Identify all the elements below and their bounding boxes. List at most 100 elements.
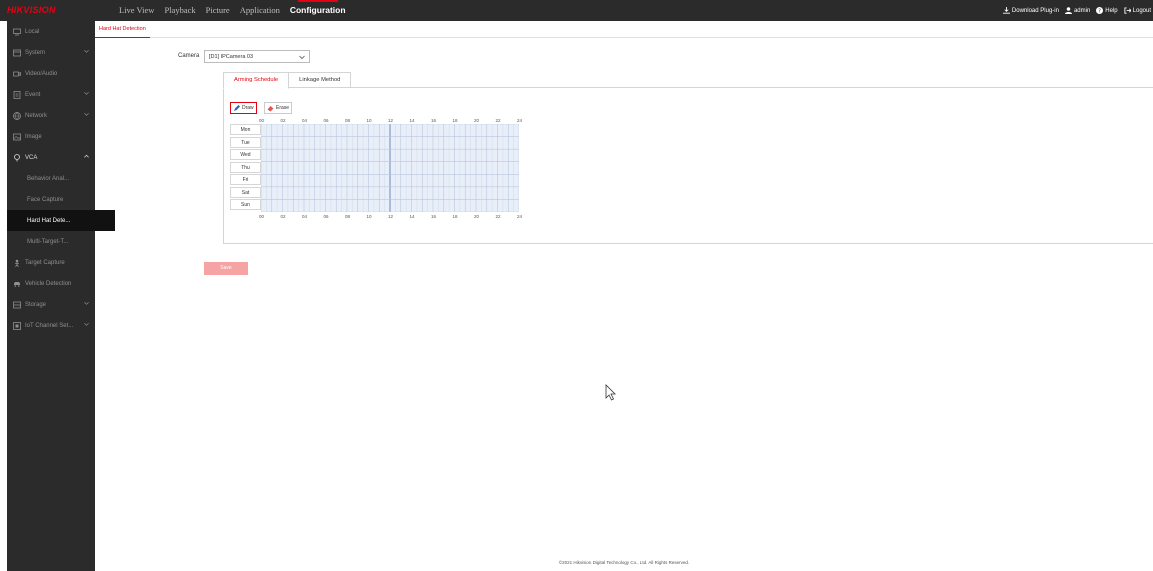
- tab-arming-schedule[interactable]: Arming Schedule: [223, 72, 290, 89]
- sidebar-item-vehicle-detection[interactable]: Vehicle Detection: [7, 273, 95, 294]
- hour-tick-label: 06: [323, 118, 329, 123]
- day-label-tue: Tue: [230, 136, 261, 148]
- camera-label: Camera: [178, 53, 200, 59]
- sidebar-subitem-face-capture[interactable]: Face Capture: [7, 189, 115, 210]
- hour-tick-label: 18: [452, 214, 458, 219]
- hour-tick-label: 16: [431, 118, 437, 123]
- nav-live-view[interactable]: Live View: [119, 0, 154, 21]
- hour-tick-label: 20: [474, 214, 480, 219]
- day-label-sun: Sun: [230, 199, 261, 211]
- schedule-cell-grid[interactable]: [260, 123, 520, 213]
- day-label-fri: Fri: [230, 174, 261, 186]
- hour-tick-label: 10: [366, 214, 372, 219]
- sidebar-item-system[interactable]: System: [7, 42, 95, 63]
- hour-tick-label: 02: [280, 214, 286, 219]
- download-plugin-link[interactable]: Download Plug-in: [1002, 7, 1059, 14]
- nav-picture[interactable]: Picture: [206, 0, 230, 21]
- hour-tick-label: 00: [259, 214, 265, 219]
- chevron-down-icon: [84, 323, 89, 326]
- sidebar: Local System Video/Audio Event Network I…: [7, 21, 115, 571]
- erase-button[interactable]: Erase: [264, 102, 293, 114]
- sidebar-item-vca[interactable]: VCA: [7, 147, 95, 168]
- chevron-up-icon: [84, 154, 89, 158]
- event-icon: [13, 90, 21, 99]
- hour-tick-label: 24: [517, 214, 523, 219]
- hour-tick-label: 18: [452, 118, 458, 123]
- help-label: Help: [1105, 7, 1118, 14]
- hour-tick-label: 20: [474, 118, 480, 123]
- sidebar-subitem-behavior-analysis[interactable]: Behavior Anal...: [7, 168, 115, 189]
- sidebar-item-label: IoT Channel Set...: [25, 322, 74, 329]
- monitor-icon: [13, 28, 21, 35]
- download-plugin-label: Download Plug-in: [1011, 7, 1059, 14]
- chevron-down-icon: [84, 50, 89, 53]
- day-label-wed: Wed: [230, 149, 261, 161]
- sidebar-item-video-audio[interactable]: Video/Audio: [7, 63, 95, 84]
- svg-text:?: ?: [1098, 8, 1101, 14]
- sidebar-item-label: Vehicle Detection: [25, 280, 72, 287]
- tab-linkage-method[interactable]: Linkage Method: [288, 72, 352, 88]
- vca-icon: [14, 153, 20, 161]
- sidebar-item-label: Target Capture: [25, 259, 65, 266]
- hour-tick-label: 14: [409, 214, 415, 219]
- schedule-tabs: Arming Schedule Linkage Method: [223, 72, 352, 89]
- help-link[interactable]: ? Help: [1096, 7, 1118, 14]
- sidebar-item-network[interactable]: Network: [7, 105, 95, 126]
- top-bar: HIKVISION Live View Playback Picture App…: [0, 0, 1153, 21]
- download-icon: [1002, 7, 1010, 14]
- day-label-mon: Mon: [230, 124, 261, 135]
- sidebar-item-event[interactable]: Event: [7, 84, 95, 105]
- hour-tick-label: 08: [345, 118, 351, 123]
- day-label-sat: Sat: [230, 186, 261, 198]
- schedule-grid-lines: [260, 123, 520, 213]
- sidebar-item-label: Image: [25, 133, 42, 140]
- video-icon: [13, 71, 21, 76]
- sidebar-subitem-multi-target[interactable]: Multi-Target-T...: [7, 231, 115, 252]
- hour-tick-label: 10: [366, 118, 372, 123]
- sidebar-item-storage[interactable]: Storage: [7, 294, 95, 315]
- nav-configuration[interactable]: Configuration: [290, 0, 346, 21]
- chevron-down-icon: [84, 92, 89, 95]
- top-right-actions: Download Plug-in admin ? Help Logout: [997, 0, 1151, 21]
- sidebar-subitem-hard-hat-detection[interactable]: Hard Hat Dete...: [7, 210, 115, 231]
- hour-tick-label: 22: [495, 118, 501, 123]
- chevron-down-icon: [84, 113, 89, 116]
- storage-icon: [13, 301, 21, 308]
- hour-tick-label: 14: [409, 118, 415, 123]
- user-name: admin: [1073, 7, 1091, 14]
- save-button[interactable]: Save: [204, 262, 248, 275]
- logout-link[interactable]: Logout: [1124, 7, 1151, 14]
- user-menu[interactable]: admin: [1064, 7, 1091, 14]
- help-icon: ?: [1096, 7, 1104, 14]
- hour-tick-label: 02: [280, 118, 286, 123]
- draw-button[interactable]: Draw: [230, 102, 257, 114]
- system-icon: [13, 49, 21, 56]
- nav-playback[interactable]: Playback: [164, 0, 195, 21]
- pencil-icon: [234, 104, 240, 111]
- user-icon: [1064, 7, 1072, 14]
- sidebar-item-label: Local: [25, 28, 40, 35]
- hour-tick-label: 00: [259, 118, 265, 123]
- footer-copyright: ©2021 Hikvision Digital Technology Co., …: [558, 560, 690, 565]
- hour-tick-label: 22: [495, 214, 501, 219]
- hour-tick-label: 24: [517, 118, 523, 123]
- target-icon: [15, 259, 19, 267]
- eraser-icon: [267, 105, 274, 111]
- sidebar-item-image[interactable]: Image: [7, 126, 95, 147]
- iot-icon: [13, 321, 21, 330]
- hour-tick-label: 08: [345, 214, 351, 219]
- main-nav: Live View Playback Picture Application C…: [119, 0, 356, 21]
- camera-select[interactable]: [D1] IPCamera 03: [204, 50, 310, 63]
- camera-select-value: [D1] IPCamera 03: [209, 54, 254, 60]
- draw-label: Draw: [242, 105, 254, 111]
- sidebar-item-label: System: [25, 49, 46, 56]
- sidebar-item-iot-channel[interactable]: IoT Channel Set...: [7, 315, 95, 336]
- nav-application[interactable]: Application: [240, 0, 280, 21]
- hour-tick-label: 06: [323, 214, 329, 219]
- globe-icon: [13, 111, 21, 120]
- vehicle-icon: [14, 281, 20, 287]
- sidebar-item-label: Network: [25, 112, 48, 119]
- sidebar-item-local[interactable]: Local: [7, 21, 95, 42]
- sidebar-item-target-capture[interactable]: Target Capture: [7, 252, 95, 273]
- tab-hard-hat-detection[interactable]: Hard Hat Detection: [95, 21, 150, 38]
